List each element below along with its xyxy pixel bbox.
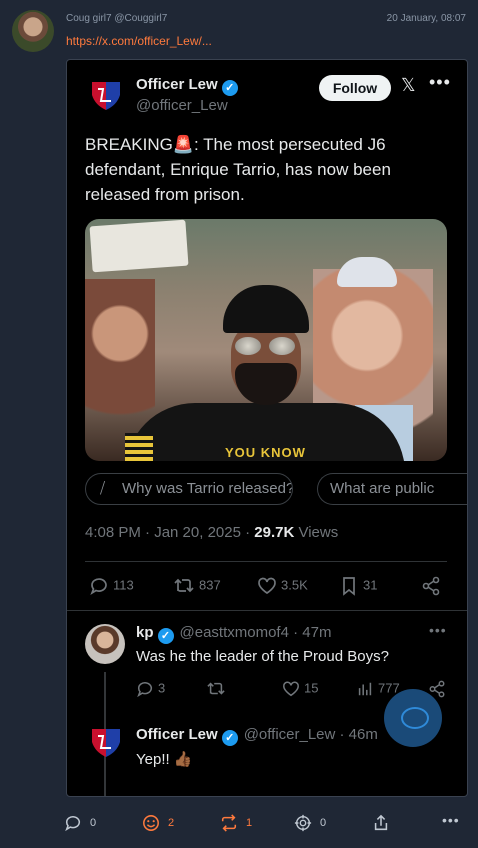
reaction-count: 2 bbox=[168, 816, 175, 829]
share-icon[interactable] bbox=[421, 576, 441, 596]
grok-icon: ⧸ bbox=[100, 480, 106, 497]
reply-handle[interactable]: @officer_Lew · 46m bbox=[244, 726, 378, 743]
like-count: 15 bbox=[304, 680, 319, 696]
grok-chip-label: What are public bbox=[330, 480, 435, 497]
thread-line bbox=[104, 672, 106, 778]
reply-button[interactable]: 113 bbox=[89, 576, 134, 596]
like-button[interactable]: 3.5K bbox=[257, 576, 308, 596]
x-logo-icon[interactable]: 𝕏 bbox=[401, 75, 416, 96]
retweet-button[interactable]: 837 bbox=[173, 576, 221, 596]
retweet-icon bbox=[207, 682, 225, 695]
views-label: Views bbox=[294, 524, 339, 541]
reply-icon bbox=[90, 578, 107, 596]
post-link[interactable]: https://x.com/officer_Lew/... bbox=[66, 34, 212, 48]
post-date[interactable]: 20 January, 08:07 bbox=[387, 13, 466, 24]
more-options-icon[interactable]: ••• bbox=[429, 72, 451, 93]
heart-icon bbox=[258, 577, 276, 595]
divider bbox=[85, 561, 447, 562]
comment-count: 0 bbox=[90, 816, 97, 829]
grok-question-chip[interactable]: ⧸ Why was Tarrio released? bbox=[85, 473, 293, 505]
reply-author-name[interactable]: kp bbox=[136, 624, 154, 641]
bottom-action-bar: 0 2 1 0 ••• bbox=[0, 806, 478, 840]
tweet-author-name-text[interactable]: Officer Lew bbox=[136, 76, 218, 93]
target-icon bbox=[294, 814, 312, 832]
repost-icon bbox=[221, 814, 237, 832]
share-icon[interactable] bbox=[372, 814, 390, 832]
author-line[interactable]: Coug girl7 @Couggirl7 bbox=[66, 13, 167, 24]
bookmark-button[interactable]: 31 bbox=[339, 576, 377, 596]
grok-chip-label: Why was Tarrio released? bbox=[122, 480, 293, 497]
chat-fab-button[interactable] bbox=[384, 689, 442, 747]
reply-button[interactable]: 3 bbox=[136, 680, 165, 698]
shield-logo-icon[interactable] bbox=[89, 726, 123, 760]
verified-badge-icon: ✓ bbox=[157, 628, 174, 644]
reaction-button[interactable]: 2 bbox=[142, 814, 174, 832]
bookmark-icon bbox=[343, 577, 355, 596]
thread-line bbox=[104, 768, 106, 796]
reply-handle[interactable]: @easttxmomof4 · 47m bbox=[180, 624, 332, 641]
tweet-text: BREAKING🚨: The most persecuted J6 defend… bbox=[85, 135, 391, 204]
comment-button[interactable]: 0 bbox=[64, 814, 96, 832]
author-handle: @Couggirl7 bbox=[114, 13, 168, 24]
tweet-meta: 4:08 PM · Jan 20, 2025 · 29.7K Views bbox=[85, 524, 338, 541]
verified-badge-icon: ✓ bbox=[221, 80, 238, 96]
author-name[interactable]: Coug girl7 bbox=[66, 13, 112, 24]
reply-avatar[interactable] bbox=[85, 624, 125, 664]
follow-button[interactable]: Follow bbox=[319, 75, 391, 101]
tweet-author-handle[interactable]: @officer_Lew bbox=[136, 97, 228, 114]
smile-icon bbox=[143, 815, 159, 831]
photo-shirt-patch bbox=[125, 433, 153, 461]
reply-icon bbox=[137, 682, 153, 698]
photo-shirt-text: YOU KNOW bbox=[225, 445, 306, 460]
like-button[interactable]: 15 bbox=[282, 680, 318, 698]
photo-subject bbox=[125, 285, 405, 461]
more-options-icon[interactable]: ••• bbox=[429, 622, 447, 638]
shield-logo-icon[interactable] bbox=[89, 79, 123, 113]
bar-chart-icon bbox=[358, 682, 372, 696]
divider bbox=[67, 610, 467, 611]
grok-question-chip[interactable]: What are public bbox=[317, 473, 467, 505]
bookmark-count: 31 bbox=[363, 577, 378, 593]
boost-button[interactable]: 0 bbox=[294, 814, 326, 832]
verified-badge-icon: ✓ bbox=[221, 730, 238, 746]
tweet-photo[interactable]: YOU KNOW bbox=[85, 219, 447, 461]
like-count: 3.5K bbox=[281, 577, 308, 593]
retweet-button[interactable] bbox=[206, 680, 226, 698]
retweet-count: 837 bbox=[199, 577, 221, 593]
view-count: 29.7K bbox=[254, 524, 295, 541]
reply-author[interactable]: kp ✓ @easttxmomof4 · 47m bbox=[136, 624, 331, 644]
retweet-icon bbox=[174, 578, 194, 593]
reply-count: 3 bbox=[158, 680, 166, 696]
repost-count: 1 bbox=[246, 816, 253, 829]
author-avatar[interactable] bbox=[12, 10, 54, 52]
boost-count: 0 bbox=[320, 816, 327, 829]
tweet-embed: Officer Lew ✓ @officer_Lew Follow 𝕏 ••• B… bbox=[66, 59, 468, 797]
tweet-author-name[interactable]: Officer Lew ✓ bbox=[136, 76, 238, 96]
reply-text: Was he the leader of the Proud Boys? bbox=[136, 648, 389, 665]
more-options-icon[interactable]: ••• bbox=[442, 812, 460, 828]
reply-author-name[interactable]: Officer Lew bbox=[136, 726, 218, 743]
photo-bg-hat bbox=[337, 257, 397, 287]
chat-bubble-icon bbox=[401, 707, 429, 729]
reply-count: 113 bbox=[113, 577, 134, 593]
heart-icon bbox=[283, 681, 299, 697]
photo-protest-sign bbox=[89, 219, 189, 273]
repost-button[interactable]: 1 bbox=[220, 814, 252, 832]
comment-icon bbox=[65, 816, 81, 832]
tweet-timestamp[interactable]: 4:08 PM · Jan 20, 2025 · bbox=[85, 524, 254, 541]
reply-text: Yep!! 👍🏾 bbox=[136, 751, 193, 768]
reply-author[interactable]: Officer Lew ✓ @officer_Lew · 46m bbox=[136, 726, 378, 746]
